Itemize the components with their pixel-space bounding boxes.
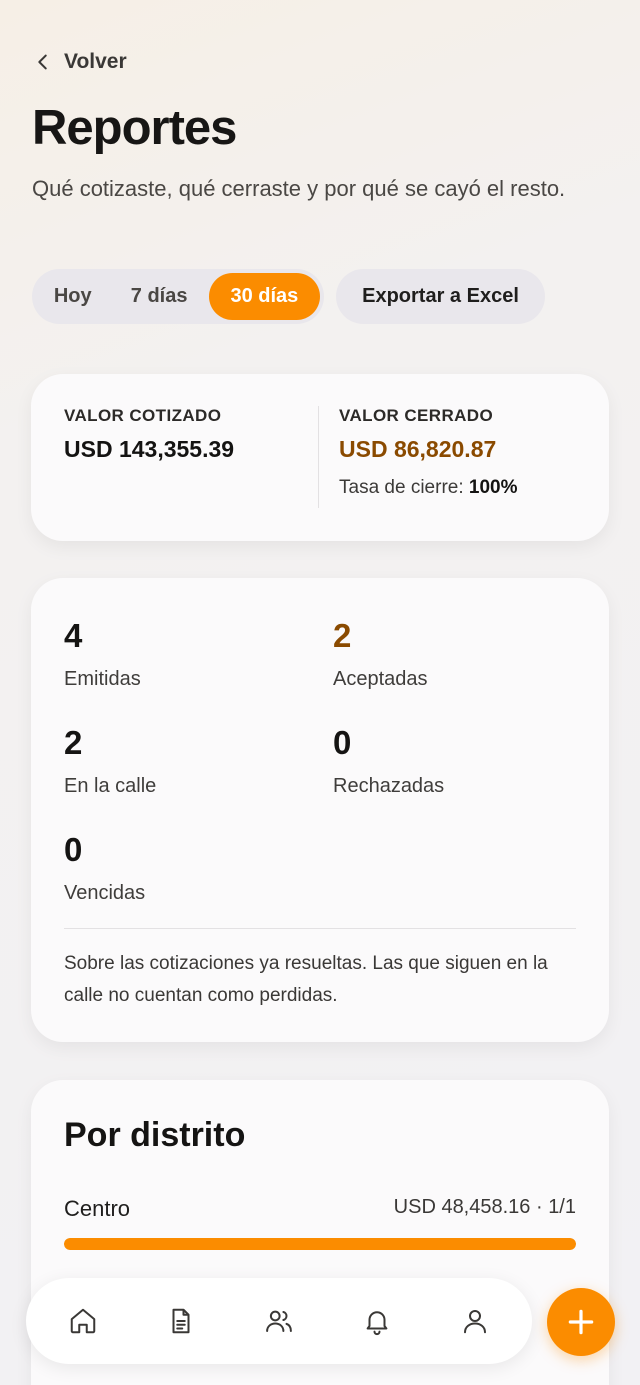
period-segmented-control: Hoy 7 días 30 días bbox=[32, 269, 324, 324]
stat-expired-label: Vencidas bbox=[64, 882, 146, 904]
stat-accepted: 2 Aceptadas bbox=[333, 616, 428, 691]
district-progress-fill bbox=[64, 1238, 576, 1250]
quoted-label: VALOR COTIZADO bbox=[64, 406, 222, 425]
stat-in-street-label: En la calle bbox=[64, 775, 157, 797]
stats-note: Sobre las cotizaciones ya resueltas. Las… bbox=[64, 953, 548, 1006]
nav-clients[interactable] bbox=[251, 1293, 307, 1349]
stat-accepted-value: 2 bbox=[333, 617, 352, 654]
quoted-value-block: VALOR COTIZADO USD 143,355.39 bbox=[64, 406, 234, 463]
document-icon bbox=[172, 1308, 190, 1334]
stat-emitted-label: Emitidas bbox=[64, 668, 141, 690]
back-label: Volver bbox=[64, 50, 127, 73]
tab-7-days[interactable]: 7 días bbox=[109, 273, 208, 320]
plus-icon bbox=[568, 1309, 594, 1335]
nav-documents[interactable] bbox=[153, 1293, 209, 1349]
district-progress-bar bbox=[64, 1238, 576, 1250]
bottom-nav bbox=[26, 1278, 532, 1364]
closed-value-block: VALOR CERRADO USD 86,820.87 Tasa de cier… bbox=[339, 406, 518, 499]
close-rate-label: Tasa de cierre: bbox=[339, 477, 464, 498]
export-excel-button[interactable]: Exportar a Excel bbox=[336, 269, 545, 324]
stat-in-street: 2 En la calle bbox=[64, 723, 156, 798]
back-button[interactable]: Volver bbox=[32, 50, 127, 74]
stat-in-street-value: 2 bbox=[64, 724, 83, 761]
tab-30-days[interactable]: 30 días bbox=[208, 273, 320, 320]
nav-profile[interactable] bbox=[447, 1293, 503, 1349]
district-row[interactable]: Centro USD 48,458.16 · 1/1 bbox=[64, 1196, 576, 1250]
page-title: Reportes bbox=[32, 101, 237, 155]
close-rate: Tasa de cierre: 100% bbox=[339, 477, 518, 499]
users-icon bbox=[266, 1310, 292, 1332]
district-value: USD 48,458.16 · 1/1 bbox=[393, 1196, 576, 1218]
quoted-value: USD 143,355.39 bbox=[64, 436, 235, 462]
profile-icon bbox=[464, 1310, 486, 1334]
closed-value: USD 86,820.87 bbox=[339, 436, 497, 462]
stat-expired: 0 Vencidas bbox=[64, 830, 145, 905]
chevron-left-icon bbox=[38, 54, 47, 70]
home-icon bbox=[70, 1308, 96, 1334]
nav-home[interactable] bbox=[55, 1293, 111, 1349]
closed-label: VALOR CERRADO bbox=[339, 406, 494, 425]
district-title: Por distrito bbox=[64, 1116, 246, 1154]
stat-rejected-label: Rechazadas bbox=[333, 775, 445, 797]
stat-emitted-value: 4 bbox=[64, 617, 83, 654]
tab-today[interactable]: Hoy bbox=[36, 273, 109, 320]
stat-expired-value: 0 bbox=[64, 831, 83, 868]
close-rate-value: 100% bbox=[468, 477, 518, 498]
page-subtitle: Qué cotizaste, qué cerraste y por qué se… bbox=[32, 176, 566, 201]
stat-rejected: 0 Rechazadas bbox=[333, 723, 444, 798]
stat-rejected-value: 0 bbox=[333, 724, 352, 761]
stats-card: 4 Emitidas 2 Aceptadas 2 En la calle 0 R… bbox=[31, 578, 609, 1042]
divider bbox=[64, 928, 576, 929]
nav-notifications[interactable] bbox=[349, 1293, 405, 1349]
summary-card: VALOR COTIZADO USD 143,355.39 VALOR CERR… bbox=[31, 374, 609, 541]
stat-emitted: 4 Emitidas bbox=[64, 616, 141, 691]
bell-icon bbox=[366, 1311, 388, 1336]
add-button[interactable] bbox=[547, 1288, 615, 1356]
district-name: Centro bbox=[64, 1196, 131, 1221]
stat-accepted-label: Aceptadas bbox=[333, 668, 428, 690]
divider bbox=[318, 406, 319, 508]
